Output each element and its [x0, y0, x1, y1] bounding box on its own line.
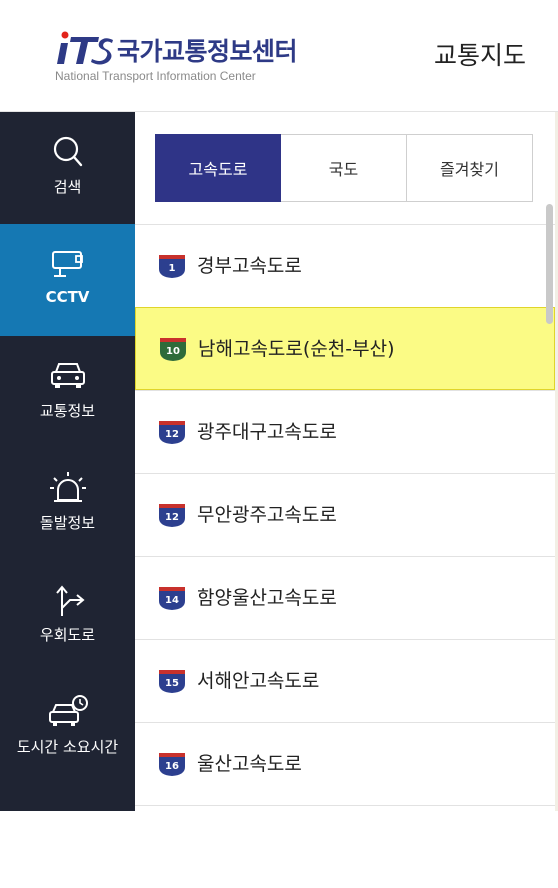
tab-favorites[interactable]: 즐겨찾기 — [407, 134, 533, 202]
alert-siren-icon — [50, 472, 86, 502]
car-icon — [51, 363, 85, 388]
search-icon — [53, 136, 83, 167]
expressway-shield-icon: 10 — [160, 338, 186, 361]
sidebar-item-travel-time[interactable]: 도시간 소요시간 — [0, 672, 135, 784]
road-name: 광주대구고속도로 — [197, 421, 337, 443]
road-name: 서해안고속도로 — [197, 670, 320, 692]
list-item-road-selected[interactable]: 10 남해고속도로(순천-부산) — [135, 307, 555, 390]
list-item-road[interactable]: 14 함양울산고속도로 — [135, 556, 555, 639]
its-logo-mark-icon — [57, 31, 113, 65]
shield-number: 12 — [165, 429, 179, 440]
logo-korean-text: 국가교통정보센터 — [117, 37, 298, 66]
sidebar-item-traffic-info[interactable]: 교통정보 — [0, 336, 135, 448]
detour-arrow-icon — [56, 585, 85, 616]
road-name: 울산고속도로 — [197, 753, 302, 775]
sidebar-item-label: 돌발정보 — [39, 514, 96, 532]
road-name: 남해고속도로(순천-부산) — [198, 338, 395, 360]
expressway-shield-icon: 16 — [159, 753, 185, 776]
road-name: 경부고속도로 — [197, 255, 302, 277]
list-item-road[interactable]: 16 울산고속도로 — [135, 722, 555, 805]
expressway-shield-icon: 14 — [159, 587, 185, 610]
shield-number: 1 — [169, 263, 176, 274]
sidebar-item-label: CCTV — [45, 288, 90, 306]
road-type-tabs: 고속도로 국도 즐겨찾기 — [155, 134, 533, 202]
sidebar-item-label: 도시간 소요시간 — [16, 738, 119, 756]
expressway-shield-icon: 12 — [159, 421, 185, 444]
road-name: 무안광주고속도로 — [197, 504, 337, 526]
sidebar-item-detour[interactable]: 우회도로 — [0, 560, 135, 672]
logo-english-text: National Transport Information Center — [55, 69, 256, 83]
shield-number: 16 — [165, 761, 179, 772]
sidebar-item-label: 교통정보 — [39, 402, 96, 420]
list-item-road[interactable]: 1 경부고속도로 — [135, 224, 555, 307]
sidebar-item-label: 검색 — [53, 178, 82, 196]
sidebar-item-label: 우회도로 — [39, 626, 96, 644]
expressway-shield-icon: 15 — [159, 670, 185, 693]
road-list-panel: 고속도로 국도 즐겨찾기 1 경부고속도로 10 남해고속도로(순천-부산) 1… — [135, 112, 558, 888]
sidebar-item-search[interactable]: 검색 — [0, 112, 135, 224]
header: 국가교통정보센터 National Transport Information … — [0, 0, 558, 112]
shield-number: 10 — [166, 346, 180, 357]
expressway-shield-icon: 12 — [159, 504, 185, 527]
tab-national-road[interactable]: 국도 — [281, 134, 407, 202]
list-item-road[interactable]: 12 광주대구고속도로 — [135, 390, 555, 473]
page-title: 교통지도 — [433, 41, 526, 70]
sidebar-item-cctv[interactable]: CCTV — [0, 224, 135, 336]
its-logo[interactable]: 국가교통정보센터 National Transport Information … — [55, 28, 325, 88]
shield-number: 14 — [165, 595, 179, 606]
list-scrollbar[interactable] — [546, 204, 553, 324]
car-clock-icon — [49, 695, 88, 726]
shield-number: 15 — [165, 678, 179, 689]
tab-expressway[interactable]: 고속도로 — [155, 134, 281, 202]
expressway-shield-icon: 1 — [159, 255, 185, 278]
list-item-road[interactable] — [135, 805, 555, 888]
cctv-icon — [52, 251, 83, 277]
road-name: 함양울산고속도로 — [197, 587, 337, 609]
left-sidebar: 검색 CCTV 교통정보 돌발정보 우회도로 도시간 소요시간 — [0, 112, 135, 811]
shield-number: 12 — [165, 512, 179, 523]
list-item-road[interactable]: 15 서해안고속도로 — [135, 639, 555, 722]
sidebar-item-incident-info[interactable]: 돌발정보 — [0, 448, 135, 560]
list-item-road[interactable]: 12 무안광주고속도로 — [135, 473, 555, 556]
